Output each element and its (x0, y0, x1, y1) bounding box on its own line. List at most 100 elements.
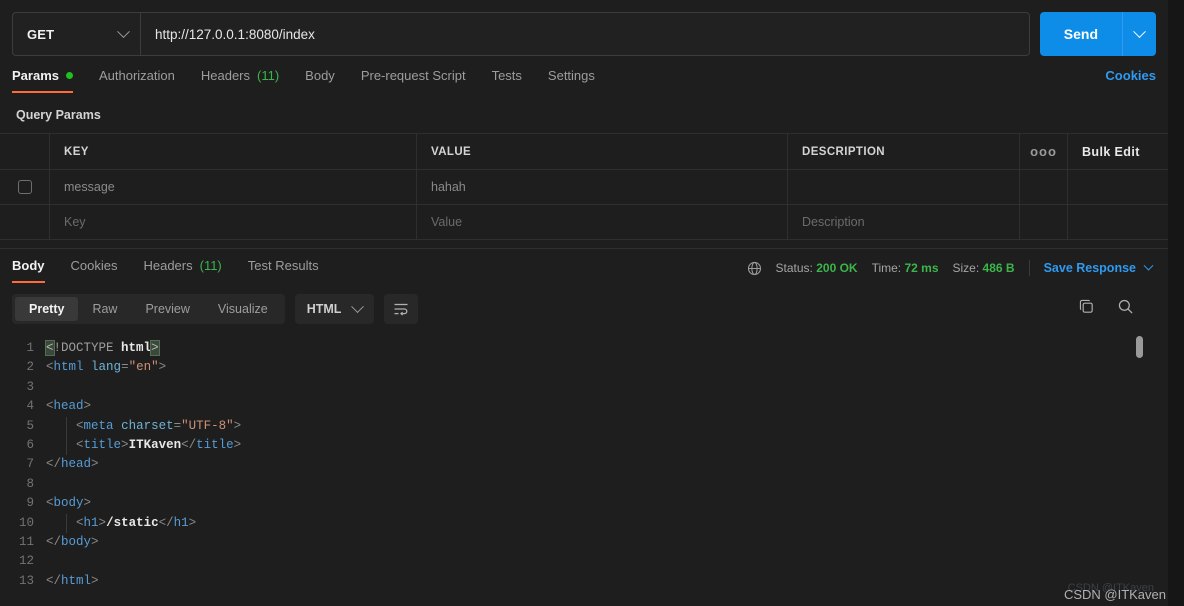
code-line: 13 </html> (0, 572, 1168, 591)
response-tabs: Body Cookies Headers (11) Test Results (12, 256, 345, 283)
status-label: Status: (775, 261, 813, 275)
tab-headers[interactable]: Headers (11) (201, 66, 279, 93)
code-line: 3 (0, 378, 1168, 397)
line-number: 6 (26, 437, 34, 452)
placeholder-checkbox-cell (0, 205, 50, 239)
placeholder-description-input[interactable]: Description (788, 205, 1020, 239)
language-selector-label: HTML (306, 302, 342, 316)
line-content: <title>ITKaven</title> (46, 435, 241, 456)
params-modified-dot-icon (65, 72, 73, 79)
response-tab-test-results[interactable]: Test Results (248, 256, 319, 283)
send-button[interactable]: Send (1039, 12, 1122, 56)
table-header-row: KEY VALUE DESCRIPTION ooo Bulk Edit (0, 134, 1168, 170)
response-format-toolbar: Pretty Raw Preview Visualize HTML (12, 294, 419, 324)
tab-tests-label: Tests (491, 68, 522, 83)
code-lines: 1 <!DOCTYPE html> 2 <html lang="en"> 3 4… (0, 332, 1168, 591)
code-scrollbar-thumb[interactable] (1136, 336, 1143, 358)
line-number: 9 (26, 496, 34, 511)
response-tab-cookies[interactable]: Cookies (71, 256, 118, 283)
right-gutter (1168, 0, 1184, 606)
table-row[interactable]: message hahah (0, 170, 1168, 205)
row-key-input[interactable]: message (50, 170, 417, 204)
tab-body-label: Body (305, 68, 335, 83)
response-tab-body[interactable]: Body (12, 256, 45, 283)
query-params-table: KEY VALUE DESCRIPTION ooo Bulk Edit mess… (0, 133, 1168, 240)
table-row-placeholder[interactable]: Key Value Description (0, 205, 1168, 240)
line-number: 1 (26, 341, 34, 355)
more-options-icon: ooo (1030, 144, 1057, 159)
tab-authorization[interactable]: Authorization (99, 66, 175, 93)
response-tab-body-label: Body (12, 258, 45, 273)
line-content: <body> (46, 496, 92, 511)
http-method-selector[interactable]: GET (13, 13, 141, 55)
status-badge: 200 OK (816, 261, 858, 275)
placeholder-key-input[interactable]: Key (50, 205, 417, 239)
code-line: 10 <h1>/static</h1> (0, 513, 1168, 533)
url-input-value: http://127.0.0.1:8080/index (155, 26, 315, 42)
row-value-input[interactable]: hahah (417, 170, 788, 204)
row-checkbox-cell[interactable] (0, 170, 50, 204)
code-line: 8 (0, 475, 1168, 494)
response-body-viewer[interactable]: 1 <!DOCTYPE html> 2 <html lang="en"> 3 4… (0, 332, 1168, 606)
save-response-button[interactable]: Save Response (1044, 260, 1154, 275)
code-line: 1 <!DOCTYPE html> (0, 339, 1168, 358)
line-number: 2 (26, 360, 34, 375)
wrap-lines-icon (393, 302, 409, 316)
tab-params[interactable]: Params (12, 66, 73, 93)
size-value: 486 B (982, 261, 1015, 275)
line-content: <meta charset="UTF-8"> (46, 416, 241, 436)
response-divider (0, 248, 1168, 249)
tab-headers-count: (11) (257, 68, 280, 83)
copy-icon (1078, 298, 1095, 315)
chevron-down-icon (1143, 260, 1154, 271)
cookies-link[interactable]: Cookies (1105, 66, 1156, 83)
row-options (1020, 170, 1068, 204)
line-number: 5 (26, 418, 34, 433)
format-tab-visualize[interactable]: Visualize (204, 297, 282, 321)
postman-window: GET http://127.0.0.1:8080/index Send Par… (0, 0, 1184, 606)
tab-pre-request-script-label: Pre-request Script (360, 68, 466, 83)
format-segmented-control: Pretty Raw Preview Visualize (12, 294, 285, 324)
tab-tests[interactable]: Tests (492, 66, 522, 93)
response-tab-headers[interactable]: Headers (11) (143, 256, 221, 283)
chevron-down-icon (351, 299, 365, 313)
url-input[interactable]: http://127.0.0.1:8080/index (141, 13, 1029, 55)
format-tab-raw[interactable]: Raw (78, 297, 131, 321)
main-panel: GET http://127.0.0.1:8080/index Send Par… (0, 0, 1168, 606)
line-content: <!DOCTYPE html> (45, 340, 160, 356)
placeholder-value-input[interactable]: Value (417, 205, 788, 239)
line-number: 7 (26, 457, 34, 472)
bulk-edit-button[interactable]: Bulk Edit (1068, 134, 1168, 169)
tab-pre-request-script[interactable]: Pre-request Script (361, 66, 466, 93)
code-line: 12 (0, 552, 1168, 571)
wrap-lines-button[interactable] (384, 294, 419, 324)
divider (1028, 260, 1030, 276)
search-button[interactable] (1117, 298, 1134, 315)
send-options-button[interactable] (1122, 12, 1156, 56)
copy-button[interactable] (1078, 298, 1095, 315)
header-cell-description: DESCRIPTION (788, 134, 1020, 169)
table-options-button[interactable]: ooo (1020, 134, 1068, 169)
tab-body[interactable]: Body (305, 66, 335, 93)
row-checkbox[interactable] (17, 180, 32, 194)
code-line: 9 <body> (0, 494, 1168, 513)
method-url-group: GET http://127.0.0.1:8080/index (12, 12, 1030, 56)
query-params-title: Query Params (16, 108, 101, 122)
tab-authorization-label: Authorization (98, 68, 175, 83)
format-tab-pretty[interactable]: Pretty (15, 297, 79, 321)
line-content: <head> (46, 399, 92, 414)
line-content: </html> (46, 573, 99, 588)
code-line: 11 </body> (0, 533, 1168, 552)
format-tab-preview[interactable]: Preview (131, 297, 203, 321)
line-content: <html lang="en"> (46, 360, 167, 375)
line-content: </body> (46, 534, 99, 549)
search-icon (1117, 298, 1134, 315)
row-description-input[interactable] (788, 170, 1020, 204)
tab-settings[interactable]: Settings (548, 66, 595, 93)
bulk-edit-label: Bulk Edit (1082, 144, 1140, 159)
language-selector[interactable]: HTML (294, 294, 375, 324)
row-spacer (1068, 170, 1168, 204)
line-number: 12 (18, 554, 34, 569)
watermark: CSDN @ITKaven (1063, 587, 1166, 602)
tab-headers-label: Headers (200, 68, 251, 83)
